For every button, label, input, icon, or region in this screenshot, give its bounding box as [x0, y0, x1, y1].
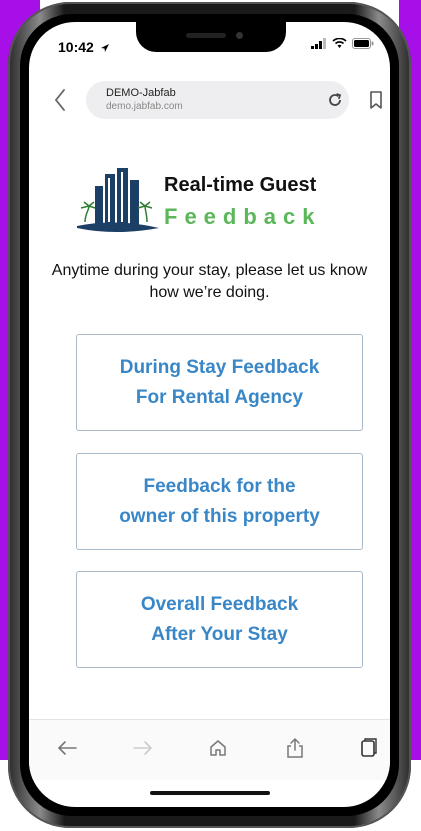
tabs-button[interactable]	[355, 734, 383, 762]
forward-nav-button[interactable]	[129, 734, 157, 762]
reload-icon	[329, 93, 342, 106]
owner-feedback-button[interactable]: Feedback for the owner of this property	[76, 453, 363, 550]
brand-title: Real-time Guest	[164, 174, 317, 196]
home-indicator[interactable]	[150, 791, 270, 795]
share-icon	[287, 737, 303, 758]
back-nav-button[interactable]	[53, 734, 81, 762]
browser-toolbar	[29, 719, 390, 780]
speaker	[186, 33, 226, 38]
brand-subtitle: Feedback	[164, 204, 322, 229]
bookmark-icon	[370, 91, 382, 109]
status-icons	[311, 38, 374, 49]
page-title: DEMO-Jabfab	[106, 87, 176, 99]
wifi-icon	[332, 38, 347, 48]
button-label: Feedback for the owner of this property	[119, 475, 320, 527]
status-time: 10:42	[58, 39, 110, 55]
bookmark-button[interactable]	[369, 90, 383, 110]
reload-button[interactable]	[326, 91, 344, 109]
during-stay-feedback-button[interactable]: During Stay Feedback For Rental Agency	[76, 334, 363, 431]
button-label: Overall Feedback After Your Stay	[140, 593, 299, 645]
home-icon	[210, 740, 226, 756]
brand-logo	[75, 166, 165, 236]
button-label: During Stay Feedback For Rental Agency	[119, 356, 320, 408]
forward-arrow-icon	[133, 741, 153, 755]
signal-icon	[311, 38, 326, 49]
home-button[interactable]	[204, 734, 232, 762]
share-button[interactable]	[281, 734, 309, 762]
phone-screen: 10:42 DEMO-Jabfab demo.jabfab.com Real-t…	[29, 22, 390, 807]
notch	[136, 22, 286, 52]
overall-feedback-button[interactable]: Overall Feedback After Your Stay	[76, 571, 363, 668]
back-arrow-icon	[57, 741, 77, 755]
battery-icon	[352, 38, 374, 49]
address-bar[interactable]: DEMO-Jabfab demo.jabfab.com	[86, 81, 349, 119]
status-time-text: 10:42	[58, 39, 94, 55]
back-button[interactable]	[51, 86, 69, 114]
intro-text: Anytime during your stay, please let us …	[51, 262, 368, 301]
back-chevron-icon	[54, 89, 65, 111]
page-domain: demo.jabfab.com	[106, 101, 183, 112]
tabs-icon	[361, 738, 377, 757]
location-arrow-icon	[100, 44, 109, 53]
front-camera	[236, 32, 243, 39]
